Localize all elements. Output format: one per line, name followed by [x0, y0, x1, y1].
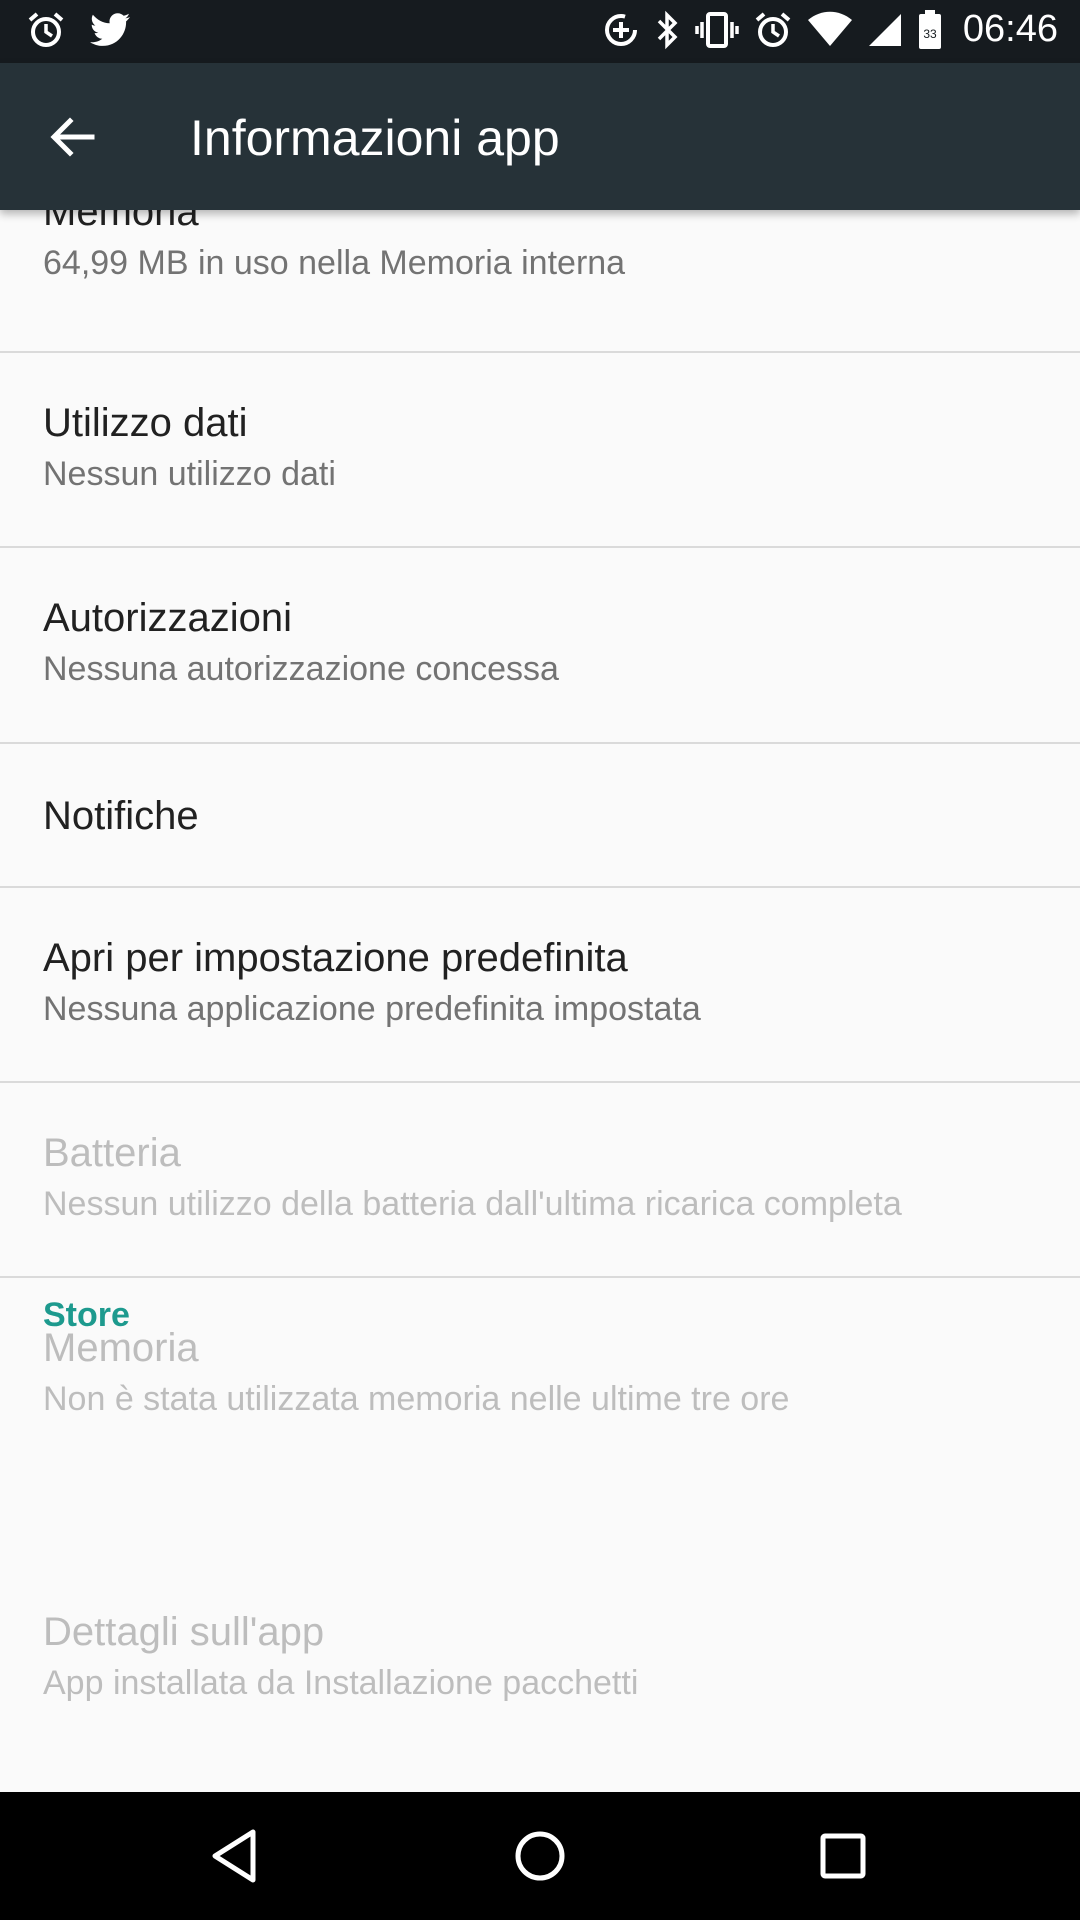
cell-signal-icon — [867, 10, 903, 50]
list-item-notifications[interactable]: Notifiche — [0, 744, 1080, 888]
wifi-icon — [807, 10, 853, 50]
list-item-title: Apri per impostazione predefinita — [43, 936, 628, 980]
navigation-bar — [0, 1792, 1080, 1920]
list-item-battery: Batteria Nessun utilizzo della batteria … — [0, 1083, 1080, 1278]
status-clock: 06:46 — [962, 8, 1058, 50]
battery-icon: 33 — [917, 9, 943, 51]
list-item-title: Autorizzazioni — [43, 596, 293, 640]
list-item-subtitle: App installata da Installazione pacchett… — [43, 1664, 639, 1702]
list-item-storage[interactable]: Memoria 64,99 MB in uso nella Memoria in… — [0, 210, 1080, 353]
section-header-store: Store — [43, 1296, 130, 1334]
list-item-data-usage[interactable]: Utilizzo dati Nessun utilizzo dati — [0, 353, 1080, 548]
list-item-title: Dettagli sull'app — [43, 1610, 325, 1654]
alarm-icon — [753, 10, 793, 50]
list-item-subtitle: Nessuna applicazione predefinita imposta… — [43, 990, 701, 1028]
nav-back-button[interactable] — [195, 1816, 275, 1896]
list-item-title: Notifiche — [43, 794, 199, 838]
list-item-subtitle: Nessuna autorizzazione concessa — [43, 650, 559, 688]
app-bar: Informazioni app — [0, 63, 1080, 210]
recents-square-icon — [803, 1833, 883, 1900]
vibrate-icon — [695, 10, 739, 50]
home-circle-icon — [500, 1831, 580, 1900]
list-item-permissions[interactable]: Autorizzazioni Nessuna autorizzazione co… — [0, 548, 1080, 744]
list-item-open-by-default[interactable]: Apri per impostazione predefinita Nessun… — [0, 888, 1080, 1083]
data-saver-icon — [601, 10, 641, 50]
alarm-icon — [26, 10, 66, 50]
list-item-subtitle: Nessun utilizzo della batteria dall'ulti… — [43, 1185, 902, 1223]
list-item-subtitle: 64,99 MB in uso nella Memoria interna — [43, 244, 626, 282]
list-item-title: Utilizzo dati — [43, 401, 248, 445]
nav-recents-button[interactable] — [803, 1816, 883, 1896]
bluetooth-icon — [655, 10, 681, 50]
status-bar: 33 06:46 — [0, 0, 1080, 63]
back-button[interactable] — [44, 109, 100, 165]
arrow-back-icon — [44, 117, 100, 169]
page-title: Informazioni app — [190, 110, 560, 166]
back-triangle-icon — [195, 1829, 275, 1900]
list-item-title: Batteria — [43, 1131, 181, 1175]
twitter-icon — [88, 11, 132, 49]
nav-home-button[interactable] — [500, 1816, 580, 1896]
list-item-memory: Memoria Non è stata utilizzata memoria n… — [0, 1278, 1080, 1458]
settings-list: Memoria 64,99 MB in uso nella Memoria in… — [0, 210, 1080, 1792]
battery-level: 33 — [923, 27, 937, 41]
list-item-title: Memoria — [43, 210, 199, 234]
list-item-subtitle: Nessun utilizzo dati — [43, 455, 336, 493]
list-item-app-details: Dettagli sull'app App installata da Inst… — [0, 1608, 1080, 1792]
list-item-subtitle: Non è stata utilizzata memoria nelle ult… — [43, 1380, 790, 1418]
